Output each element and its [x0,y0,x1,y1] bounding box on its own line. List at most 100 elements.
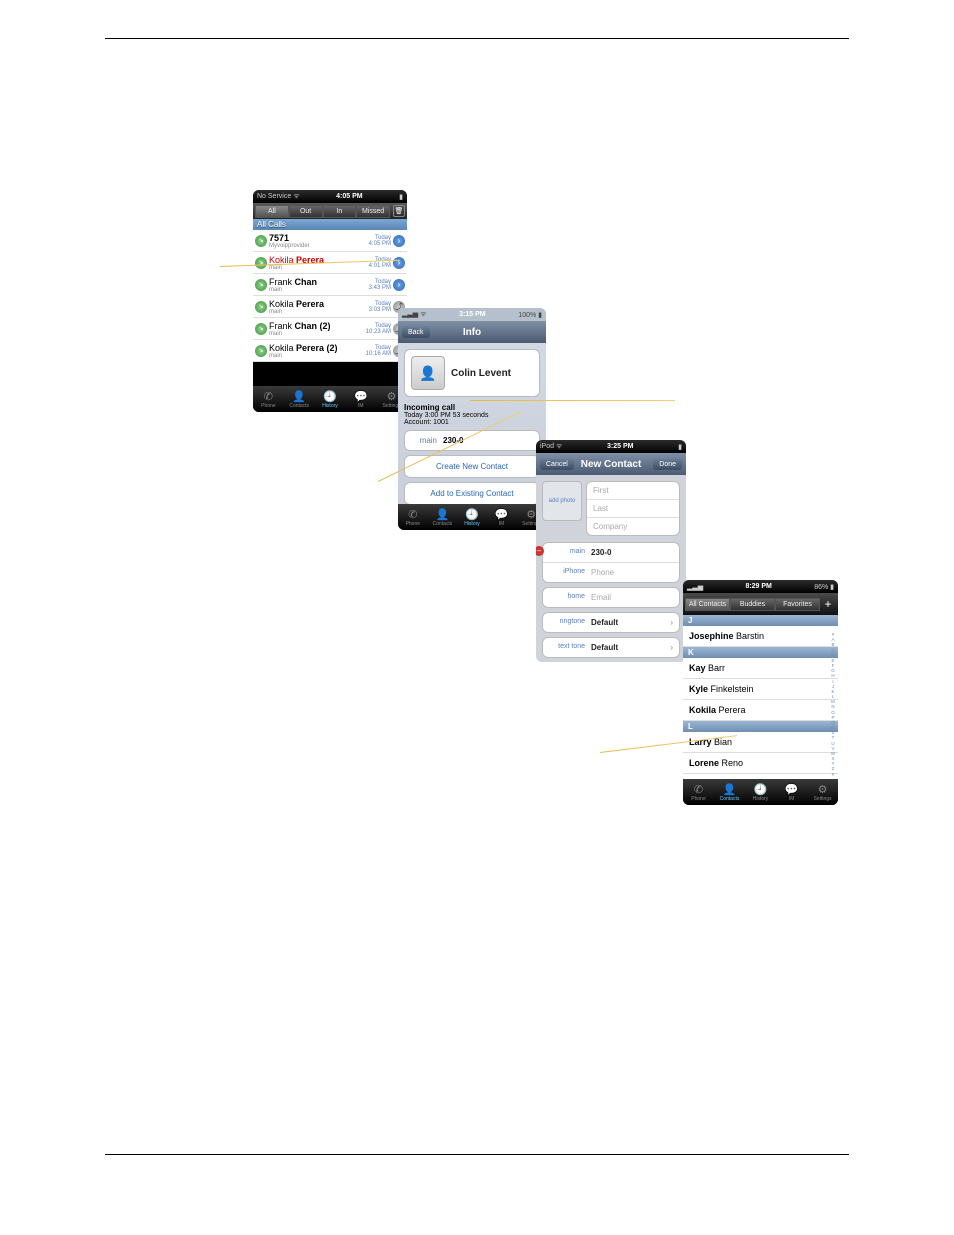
screen-history: No Service ᯤ 4:05 PM ▮ All Out In Missed… [253,190,407,412]
contact-row[interactable]: Kay Barr [683,658,838,679]
gear-icon: ⚙ [526,508,536,521]
im-icon: 💬 [354,390,368,403]
tab-phone[interactable]: ✆Phone [683,779,714,805]
tab-im[interactable]: 💬IM [776,779,807,805]
call-row[interactable]: ↘ Frank Chanmain Today3:43 PM › [253,274,407,296]
alpha-index[interactable]: #ABCDEFGHIJKLMNOPQRSTUVWXYZ# [829,632,837,777]
info-icon[interactable]: › [393,257,405,269]
phone-main-row[interactable]: main230-0 iPhonePhone [542,542,680,583]
phone-icon: ✆ [408,508,417,521]
contacts-icon: 👤 [292,390,306,403]
name-fields: First Last Company [586,481,680,536]
call-direction-icon: ↘ [255,279,267,291]
tab-missed[interactable]: Missed [356,205,390,218]
field-value: 230-0 [591,548,611,557]
tab-contacts[interactable]: 👤Contacts [428,504,458,530]
company-field[interactable]: Company [587,518,679,535]
page-rule-top [105,38,849,39]
tab-history[interactable]: 🕘History [745,779,776,805]
contact-row[interactable]: Lorene Reno [683,753,838,774]
status-time: 3:25 PM [607,443,633,450]
nav-bar: Back Info [398,321,546,343]
tab-im[interactable]: 💬IM [345,386,376,412]
nav-bar: Cancel New Contact Done [536,453,686,475]
tab-out[interactable]: Out [289,205,323,218]
field-placeholder[interactable]: Email [591,593,611,602]
field-label: text tone [549,643,585,652]
gear-icon: ⚙ [387,390,397,403]
call-sub: main [269,265,324,271]
texttone-row[interactable]: text toneDefault› [542,637,680,658]
status-bar: No Service ᯤ 4:05 PM ▮ [253,190,407,203]
tab-all-contacts[interactable]: All Contacts [685,598,730,611]
tab-bar: ✆Phone 👤Contacts 🕘History 💬IM ⚙Settings [398,504,546,530]
battery-text: 100% ▮ [518,311,542,319]
first-name-field[interactable]: First [587,482,679,500]
field-value: Default [591,618,618,627]
tab-history[interactable]: 🕘History [457,504,487,530]
tab-buddies[interactable]: Buddies [730,598,775,611]
email-row[interactable]: homeEmail [542,587,680,608]
field-label: iPhone [549,568,585,577]
signal-icon: ▂▃▅ [687,583,703,591]
signal-icon: ▂▃▅ ᯤ [402,310,427,319]
info-icon[interactable]: › [393,279,405,291]
tab-in[interactable]: In [323,205,357,218]
last-name-field[interactable]: Last [587,500,679,518]
add-to-existing-contact-button[interactable]: Add to Existing Contact [404,482,540,505]
phone-icon: ✆ [694,783,703,796]
cancel-button[interactable]: Cancel [540,459,574,470]
avatar: 👤 [411,356,445,390]
call-sub: main [269,287,317,293]
call-time: Today10:16 AM [366,345,391,357]
field-placeholder[interactable]: Phone [591,568,614,577]
tab-all[interactable]: All [255,205,289,218]
tab-favorites[interactable]: Favorites [775,598,820,611]
screen-new-contact: iPod ᯤ 3:25 PM ▮ Cancel New Contact Done… [536,440,686,662]
tab-contacts[interactable]: 👤Contacts [284,386,315,412]
call-row[interactable]: ↘ Kokila Pereramain Today3:03 PM ⤴ [253,296,407,318]
call-account-line: Account: 1001 [404,419,449,426]
call-sub: main [269,309,324,315]
tab-history[interactable]: 🕘History [315,386,346,412]
contact-row[interactable]: Kyle Finkelstein [683,679,838,700]
tab-im[interactable]: 💬IM [487,504,517,530]
add-photo-button[interactable]: add photo [542,481,582,521]
screen-info: ▂▃▅ ᯤ 3:15 PM 100% ▮ Back Info 👤 Colin L… [398,308,546,530]
trash-icon[interactable]: 🗑 [393,205,405,217]
call-name: 7571 [269,233,289,243]
add-contact-icon[interactable]: + [820,597,836,611]
call-row[interactable]: ↘ Frank Chan (2)main Today10:23 AM ⤴ [253,318,407,340]
phone-icon: ✆ [264,390,273,403]
tab-contacts[interactable]: 👤Contacts [714,779,745,805]
call-time: Today4:05 PM [369,235,391,247]
tab-phone[interactable]: ✆Phone [398,504,428,530]
call-time: Today3:43 PM [369,279,391,291]
call-sub: Myvoipprovider [269,243,310,249]
call-direction-icon: ↘ [255,345,267,357]
im-icon: 💬 [495,508,509,521]
ringtone-row[interactable]: ringtoneDefault› [542,612,680,633]
contact-row[interactable]: Larry Bian [683,732,838,753]
phone-field-row[interactable]: main 230-0 [404,430,540,451]
contact-row[interactable]: Kokila Perera [683,700,838,721]
status-bar: ▂▃▅ ᯤ 3:15 PM 100% ▮ [398,308,546,321]
status-time: 4:05 PM [336,193,362,200]
im-icon: 💬 [785,783,799,796]
field-value: Default [591,643,618,652]
done-button[interactable]: Done [653,459,682,470]
info-icon[interactable]: › [393,235,405,247]
call-row[interactable]: ↘ 7571Myvoipprovider Today4:05 PM › [253,230,407,252]
nav-title: Info [463,327,481,338]
call-name: Kokila Perera (2) [269,343,338,353]
tab-phone[interactable]: ✆Phone [253,386,284,412]
history-icon: 🕘 [323,390,337,403]
gear-icon: ⚙ [818,783,828,796]
call-name: Frank Chan [269,277,317,287]
contact-row[interactable]: Josephine Barstin [683,626,838,647]
back-button[interactable]: Back [402,327,430,338]
call-row[interactable]: ↘ Kokila Perera (2)main Today10:16 AM ⤴ [253,340,407,362]
call-type-label: Incoming call [404,403,455,412]
index-header: J [683,615,838,626]
tab-settings[interactable]: ⚙Settings [807,779,838,805]
